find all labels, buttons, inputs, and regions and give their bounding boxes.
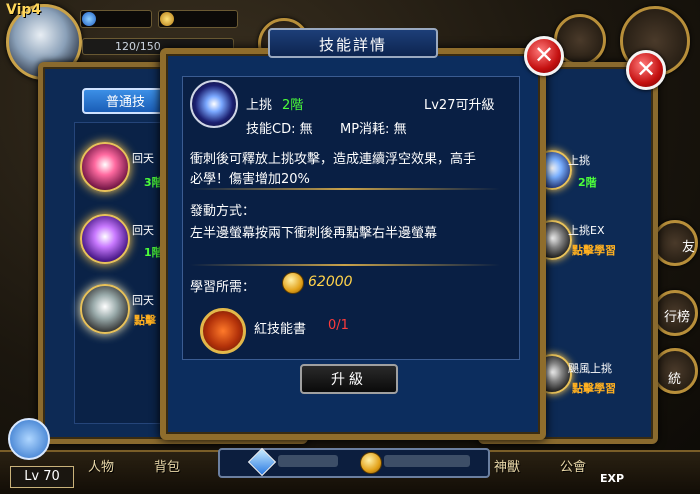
skill-orb-2[interactable] — [80, 214, 130, 264]
friends-label: 友 — [682, 240, 696, 255]
description-line-2: 必學！傷害增加20% — [190, 172, 310, 187]
trigger-title: 發動方式： — [190, 204, 256, 219]
divider-1 — [190, 188, 500, 190]
skill-cd: 技能CD: 無 — [246, 122, 313, 137]
ranking-label: 行榜 — [664, 310, 691, 325]
skill-level: 2階 — [282, 98, 304, 113]
trigger-text: 左半邊螢幕按兩下衝刺後再點擊右半邊螢幕 — [190, 226, 438, 241]
red-skill-book-icon — [200, 308, 246, 354]
menu-guild[interactable]: 公會 — [560, 456, 586, 475]
branch-name-1: 上挑 — [568, 154, 590, 167]
close-detail-button[interactable]: ✕ — [524, 36, 564, 76]
learn-requirement-label: 學習所需： — [190, 280, 256, 295]
menu-character[interactable]: 人物 — [88, 456, 114, 475]
upgrade-hint: Lv27可升級 — [424, 98, 495, 113]
gold-coin-icon — [282, 272, 304, 294]
vip-badge: Vip4 — [6, 2, 42, 18]
description-line-1: 衝刺後可釋放上挑攻擊，造成連續浮空效果，高手 — [190, 152, 477, 167]
item-name: 紅技能書 — [254, 322, 307, 337]
player-level: Lv 70 — [10, 466, 74, 488]
coin-icon — [160, 12, 174, 26]
diamond-amount — [278, 455, 338, 467]
skill-name-1: 回天 — [132, 152, 154, 165]
branch-name-2: 上挑EX — [568, 224, 605, 237]
branch-action-3[interactable]: 點擊學習 — [572, 380, 616, 396]
stamina-text: 120/150 — [115, 40, 161, 53]
skill-name-3: 回天 — [132, 294, 154, 307]
exp-label: EXP — [600, 472, 625, 485]
gold-amount — [384, 455, 470, 467]
skill-action-3[interactable]: 點擊 — [134, 312, 156, 328]
branch-name-3: 颶風上挑 — [568, 362, 612, 375]
skill-orb-3[interactable] — [80, 284, 130, 334]
skill-branch-list: 上挑 2階 上挑EX 點擊學習 颶風上挑 點擊學習 — [532, 128, 634, 428]
chat-icon[interactable] — [8, 418, 50, 460]
system-label: 統 — [668, 372, 682, 387]
skill-name: 上挑 — [246, 98, 273, 113]
upgrade-button[interactable]: 升級 — [300, 364, 398, 394]
panel-title: 技能詳情 — [268, 28, 438, 58]
mp-cost: MP消耗: 無 — [340, 122, 407, 137]
branch-action-2[interactable]: 點擊學習 — [572, 242, 616, 258]
skill-orb-1[interactable] — [80, 142, 130, 192]
menu-bag[interactable]: 背包 — [154, 456, 180, 475]
gem-icon — [82, 12, 96, 26]
branch-level-1: 2階 — [578, 176, 597, 189]
vortex-skill-icon — [190, 80, 238, 128]
item-count: 0/1 — [328, 318, 349, 333]
menu-beast[interactable]: 神獸 — [494, 456, 520, 475]
gold-icon — [360, 452, 382, 474]
divider-2 — [190, 264, 500, 266]
skill-name-2: 回天 — [132, 224, 154, 237]
close-branch-button[interactable]: ✕ — [626, 50, 666, 90]
coin-cost: 62000 — [308, 274, 353, 290]
